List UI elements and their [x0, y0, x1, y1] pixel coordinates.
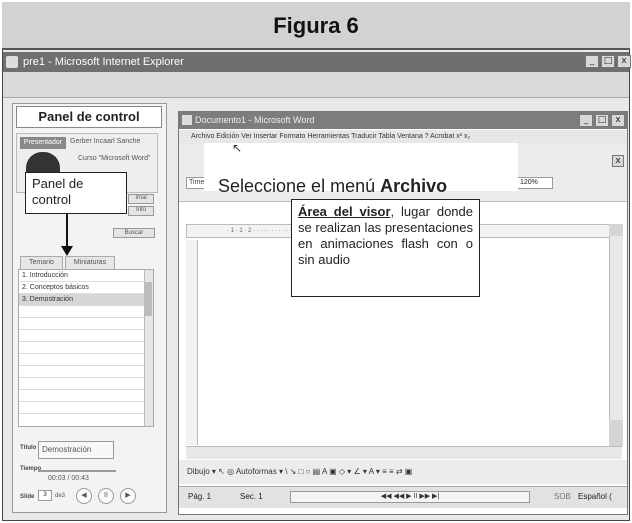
- empty-row: [19, 378, 153, 390]
- word-menu-bar[interactable]: Archivo Edición Ver Insertar Formato Her…: [179, 130, 627, 144]
- status-section: Sec. 1: [240, 492, 263, 501]
- callout-visor-title: Área del visor: [298, 204, 391, 219]
- info-button[interactable]: Info: [128, 206, 154, 216]
- mouse-cursor-icon: ↖: [232, 141, 243, 155]
- browser-title: pre1 - Microsoft Internet Explorer: [23, 56, 184, 68]
- empty-row: [19, 390, 153, 402]
- ie-logo-icon: [6, 56, 18, 68]
- email-button[interactable]: Imal: [128, 194, 154, 204]
- figure-title: Figura 6: [2, 2, 630, 50]
- zoom-select[interactable]: 120%: [517, 177, 553, 189]
- list-item[interactable]: 2. Conceptos básicos: [19, 282, 153, 294]
- instruction-menu-name: Archivo: [380, 176, 448, 196]
- status-language: Español (: [578, 492, 612, 501]
- panel-tabs: Temario Miniaturas: [20, 256, 116, 269]
- slide-label: Slide: [20, 494, 35, 500]
- callout-area-del-visor: Área del visor, lugar donde se realizan …: [291, 199, 480, 297]
- instruction-text: Seleccione el menú Archivo: [218, 176, 447, 197]
- search-button[interactable]: Buscar: [113, 228, 155, 238]
- next-button[interactable]: ▶: [120, 488, 136, 504]
- arrow-down-icon: [61, 246, 73, 256]
- instruction-prefix: Seleccione el menú: [218, 176, 381, 196]
- drawing-toolbar[interactable]: Dibujo ▾ ↖ ◎ Autoformas ▾ \ ↘ □ ○ ▤ A ▣ …: [179, 460, 627, 484]
- close-icon[interactable]: x: [612, 155, 624, 167]
- pause-button[interactable]: II: [98, 488, 114, 504]
- previous-button[interactable]: ◀: [76, 488, 92, 504]
- callout-panel-de-control: Panel de control: [25, 172, 127, 214]
- close-button[interactable]: x: [617, 55, 631, 68]
- browser-title-bar: pre1 - Microsoft Internet Explorer: [3, 52, 629, 72]
- presenter-tab[interactable]: Presentador: [20, 137, 66, 149]
- browser-toolbar-strip: [3, 72, 629, 98]
- tab-miniaturas[interactable]: Miniaturas: [64, 256, 116, 269]
- empty-row: [19, 306, 153, 318]
- time-value: 00:03 / 00:43: [48, 475, 89, 482]
- empty-row: [19, 402, 153, 414]
- slide-number-input[interactable]: 3: [38, 490, 52, 501]
- course-name: Curso "Microsoft Word": [78, 155, 151, 162]
- maximize-button[interactable]: □: [601, 55, 615, 68]
- minimize-button[interactable]: _: [585, 55, 599, 68]
- scroll-down-icon[interactable]: [609, 420, 623, 446]
- word-title: Documento1 - Microsoft Word: [195, 115, 315, 125]
- empty-row: [19, 342, 153, 354]
- status-overwrite: SOB: [554, 492, 571, 501]
- word-window-buttons: _ □ x: [579, 114, 625, 127]
- tab-temario[interactable]: Temario: [20, 256, 63, 269]
- word-title-bar: Documento1 - Microsoft Word: [179, 112, 627, 129]
- callout-arrow-shaft: [66, 214, 68, 248]
- vertical-ruler: [186, 240, 198, 445]
- maximize-button[interactable]: □: [595, 114, 609, 127]
- close-button[interactable]: x: [611, 114, 625, 127]
- empty-row: [19, 330, 153, 342]
- minimize-button[interactable]: _: [579, 114, 593, 127]
- toc-scroll-thumb[interactable]: [145, 282, 152, 316]
- list-item[interactable]: 1. Introducción: [19, 270, 153, 282]
- slide-total: de3: [55, 493, 66, 499]
- slide-title-field: Demostración: [38, 441, 114, 459]
- status-page: Pág. 1: [188, 492, 212, 501]
- title-label: Título: [20, 445, 37, 451]
- empty-row: [19, 366, 153, 378]
- browser-window-buttons: _ □ x: [585, 55, 631, 68]
- empty-row: [19, 354, 153, 366]
- empty-row: [19, 318, 153, 330]
- list-item[interactable]: 3. Demostración: [19, 294, 153, 306]
- word-doc-icon: [182, 115, 192, 125]
- panel-title: Panel de control: [16, 106, 162, 128]
- vertical-scrollbar[interactable]: [609, 224, 623, 446]
- horizontal-scrollbar[interactable]: [186, 446, 622, 459]
- playback-controls[interactable]: ◀◀ ◀◀ ▶ II ▶▶ ▶|: [290, 491, 530, 503]
- time-slider[interactable]: [38, 470, 116, 472]
- toc-list: 1. Introducción 2. Conceptos básicos 3. …: [18, 269, 154, 427]
- presenter-name: Gerber Incaarl Sanche: [70, 138, 141, 145]
- scroll-up-icon[interactable]: [609, 224, 623, 236]
